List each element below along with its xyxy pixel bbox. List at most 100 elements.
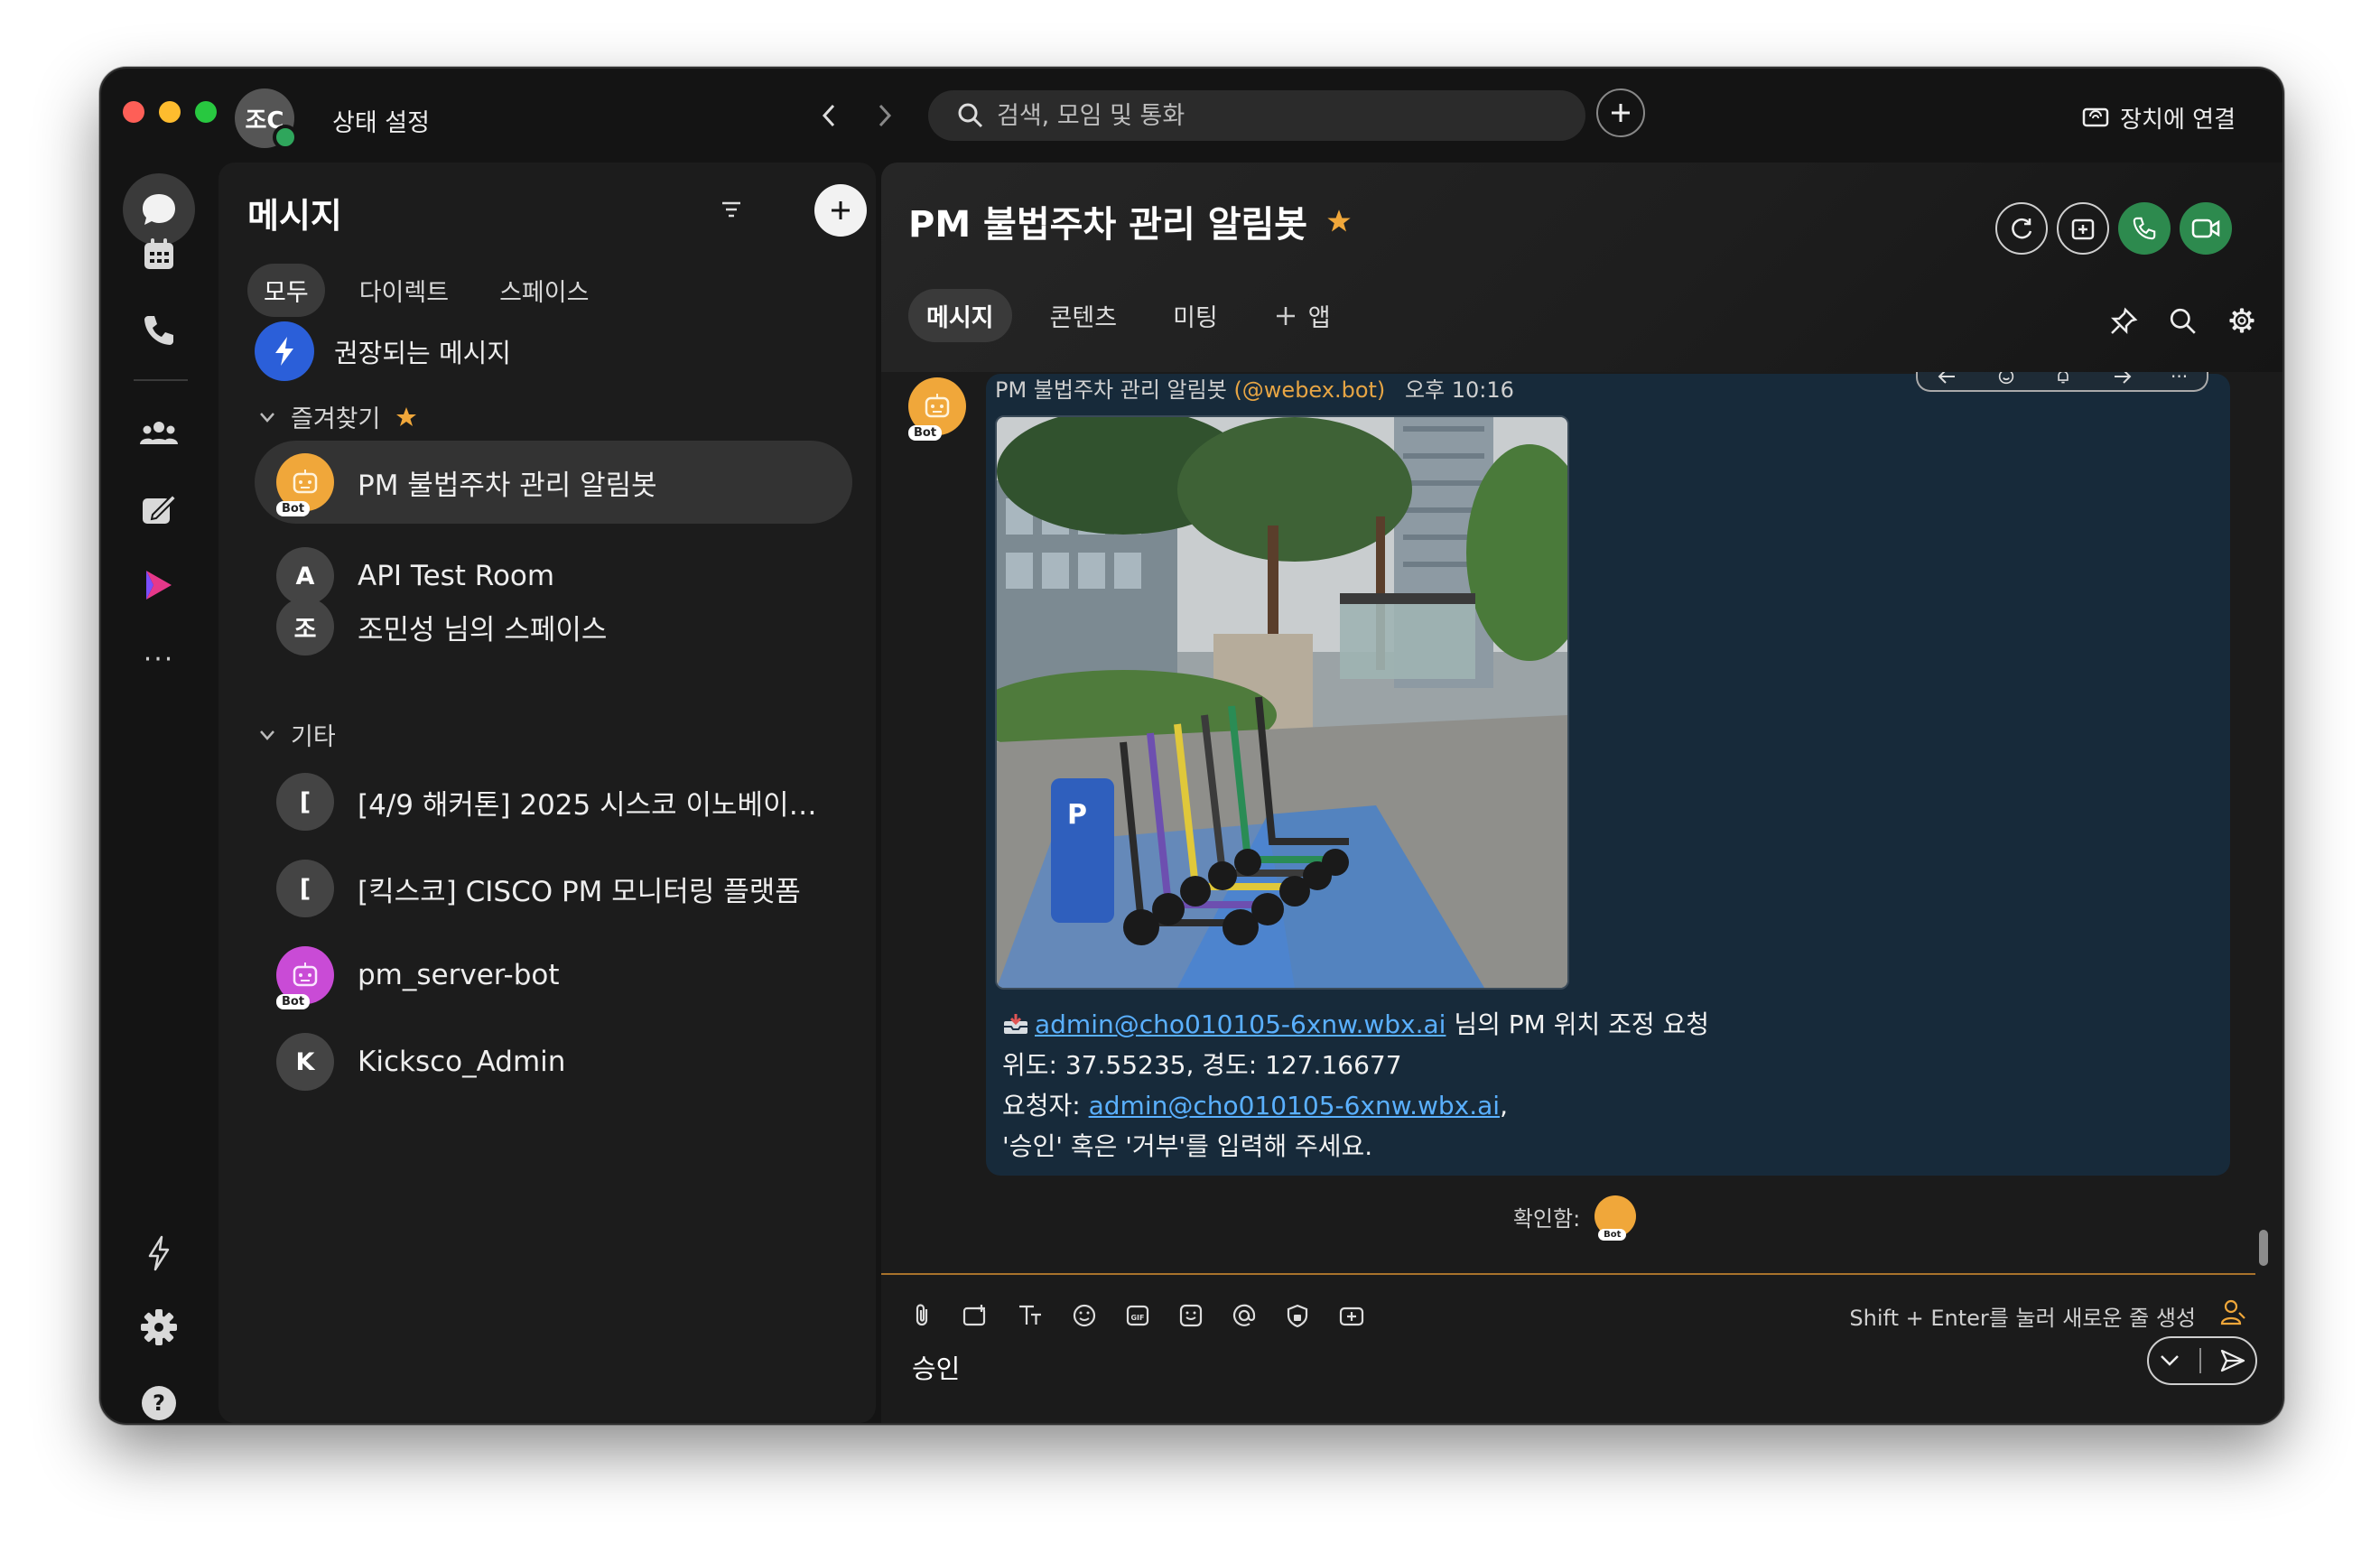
read-receipts: 확인함: Bot — [881, 1195, 2268, 1241]
bot-icon — [293, 470, 318, 494]
title-bar: 조C 상태 설정 장치에 연결 — [101, 69, 2282, 163]
close-window-button[interactable] — [123, 101, 144, 123]
star-icon[interactable] — [1325, 208, 1353, 235]
tab-all[interactable]: 모두 — [247, 264, 325, 317]
message-list: ··· Bot PM 불법주차 관리 알림봇 (@webex.bot) 오후 1… — [881, 372, 2268, 1273]
read-by-avatar[interactable]: Bot — [1594, 1195, 1637, 1241]
teams-nav[interactable] — [123, 397, 195, 470]
requester-suffix: , — [1500, 1091, 1508, 1121]
apps-icon[interactable] — [1338, 1303, 1365, 1328]
settings-nav[interactable] — [123, 1291, 195, 1363]
room-item-pm-server-bot[interactable]: Bot pm_server-bot — [255, 934, 852, 1017]
room-item-hackathon[interactable]: [ [4/9 해커톤] 2025 시스코 이노베이션… — [255, 760, 852, 843]
room-avatar: [ — [276, 773, 334, 831]
chevron-down-icon — [260, 412, 274, 423]
bot-avatar: Bot — [276, 453, 334, 516]
requester-label: 요청자: — [1002, 1091, 1089, 1121]
webex-app-icon — [146, 571, 172, 600]
room-name: [킥스코] CISCO PM 모니터링 플랫폼 — [358, 875, 801, 908]
tab-spaces[interactable]: 스페이스 — [483, 264, 605, 317]
reply-icon[interactable] — [1937, 372, 1958, 385]
requester-line: 요청자: admin@cho010105-6xnw.wbx.ai, — [1002, 1085, 1709, 1126]
forward-icon[interactable] — [2111, 372, 2133, 385]
filter-button[interactable] — [719, 197, 744, 226]
screenshot-icon[interactable] — [962, 1303, 989, 1328]
mention-icon[interactable] — [1232, 1303, 1257, 1328]
svg-text:?: ? — [153, 1390, 165, 1416]
user-avatar[interactable]: 조C — [235, 88, 298, 150]
gif-icon[interactable]: GIF — [1125, 1303, 1150, 1328]
message-scrollbar[interactable] — [2259, 379, 2268, 1266]
message-input[interactable] — [910, 1351, 2087, 1383]
connect-device-button[interactable]: 장치에 연결 — [2082, 101, 2236, 135]
room-item-kicksco-platform[interactable]: [ [킥스코] CISCO PM 모니터링 플랫폼 — [255, 847, 852, 930]
plus-icon — [832, 201, 850, 219]
tab-add-app[interactable]: 앱 — [1256, 289, 1349, 342]
tab-messages[interactable]: 메시지 — [908, 289, 1012, 342]
recommended-label: 권장되는 메시지 — [334, 338, 511, 368]
room-item-pm-bot[interactable]: Bot PM 불법주차 관리 알림봇 — [255, 441, 852, 524]
cast-device-icon — [2082, 107, 2109, 126]
help-nav[interactable]: ? — [123, 1367, 195, 1423]
whiteboard-nav[interactable] — [123, 473, 195, 545]
message-time: 오후 10:16 — [1404, 377, 1514, 403]
text-format-icon[interactable] — [1017, 1303, 1044, 1328]
secure-icon[interactable] — [1285, 1303, 1310, 1328]
recommended-messages[interactable]: 권장되는 메시지 — [255, 321, 511, 381]
inbox-icon — [1002, 1007, 1029, 1034]
add-app-label: 앱 — [1307, 304, 1331, 332]
teams-icon — [140, 422, 178, 444]
minimize-window-button[interactable] — [159, 101, 181, 123]
tab-meetings[interactable]: 미팅 — [1155, 289, 1236, 342]
search-bar[interactable] — [928, 90, 1585, 141]
tab-content[interactable]: 콘텐츠 — [1032, 289, 1136, 342]
sender-avatar[interactable]: Bot — [908, 377, 966, 441]
zoom-window-button[interactable] — [195, 101, 217, 123]
room-item-personal-space[interactable]: 조 조민성 님의 스페이스 — [255, 585, 852, 668]
set-status-button[interactable]: 상태 설정 — [332, 103, 430, 138]
search-input[interactable] — [995, 100, 1540, 131]
favorites-label: 즐겨찾기 — [291, 405, 381, 433]
send-icon[interactable] — [2219, 1348, 2246, 1373]
more-options-icon[interactable]: ··· — [2171, 372, 2188, 387]
more-nav[interactable]: ··· — [123, 623, 195, 695]
chevron-left-icon — [822, 104, 835, 127]
video-camera-icon — [2191, 219, 2220, 238]
actions-nav[interactable] — [123, 1217, 195, 1289]
more-icon: ··· — [143, 643, 175, 675]
back-button[interactable] — [809, 96, 849, 135]
others-section-toggle[interactable]: 기타 — [258, 717, 336, 752]
bell-icon[interactable] — [2053, 372, 2073, 385]
share-screen-button[interactable] — [1995, 202, 2048, 255]
video-call-button[interactable] — [2180, 202, 2232, 255]
calendar-nav[interactable] — [123, 219, 195, 291]
composer-toolbar: GIF — [910, 1302, 1365, 1329]
favorites-section-toggle[interactable]: 즐겨찾기 — [258, 399, 418, 434]
pin-icon[interactable] — [2109, 307, 2138, 336]
accessibility-person-icon[interactable] — [2219, 1298, 2246, 1327]
scrollbar-thumb[interactable] — [2259, 1230, 2268, 1266]
schedule-meeting-button[interactable] — [2057, 202, 2109, 255]
attach-icon[interactable] — [910, 1302, 934, 1329]
room-item-kicksco-admin[interactable]: K Kicksco_Admin — [255, 1020, 852, 1103]
search-icon[interactable] — [2169, 307, 2198, 336]
message-photo[interactable]: P — [995, 415, 1569, 990]
requester-email-link[interactable]: admin@cho010105-6xnw.wbx.ai — [1035, 1009, 1446, 1039]
tab-direct[interactable]: 다이렉트 — [343, 264, 465, 317]
forward-button[interactable] — [865, 96, 905, 135]
audio-call-button[interactable] — [2118, 202, 2171, 255]
webex-app-nav[interactable] — [123, 549, 195, 621]
calls-nav[interactable] — [123, 294, 195, 367]
settings-icon[interactable] — [2228, 307, 2255, 334]
sticker-icon[interactable] — [1178, 1303, 1204, 1328]
new-message-button[interactable] — [814, 184, 867, 237]
chevron-down-icon[interactable] — [2158, 1353, 2181, 1369]
emoji-icon[interactable] — [1072, 1303, 1097, 1328]
bot-badge: Bot — [276, 501, 311, 516]
app-window: 조C 상태 설정 장치에 연결 — [99, 67, 2284, 1425]
conversation-title-row: PM 불법주차 관리 알림봇 — [908, 195, 1353, 247]
requester-link[interactable]: admin@cho010105-6xnw.wbx.ai — [1089, 1091, 1500, 1121]
emoji-icon[interactable] — [1996, 372, 2016, 385]
chevron-right-icon — [879, 104, 892, 127]
new-action-button[interactable] — [1596, 88, 1645, 137]
